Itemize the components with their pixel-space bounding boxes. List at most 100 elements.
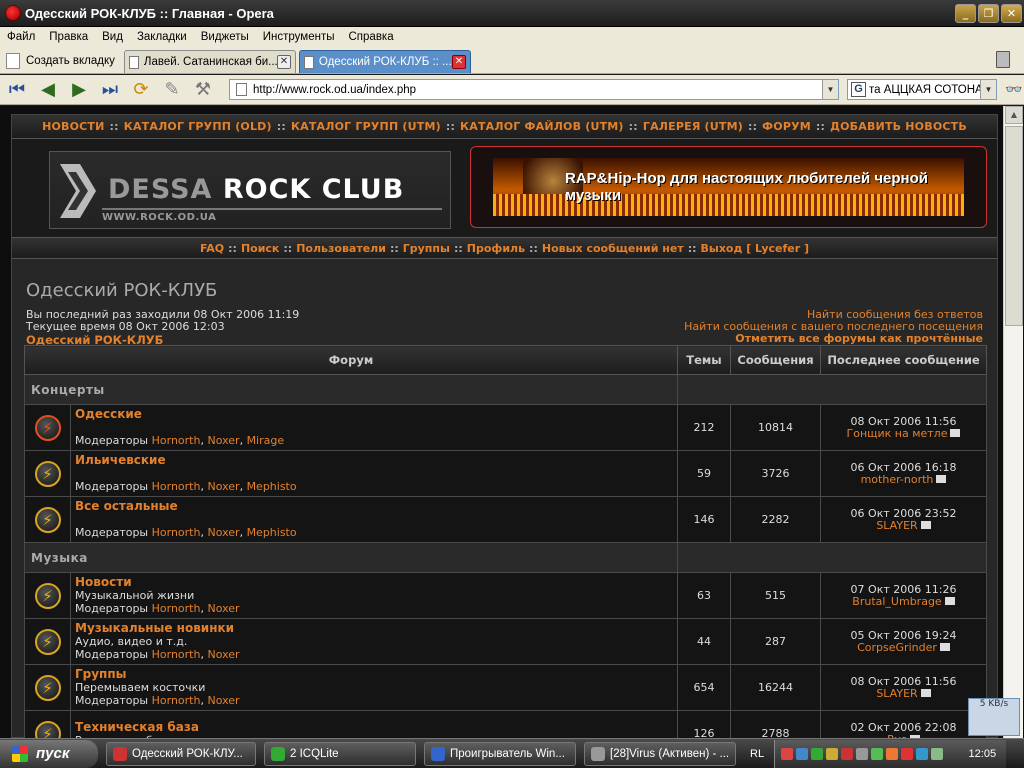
tray-app-icon[interactable] bbox=[916, 747, 929, 760]
moderator-link[interactable]: Hornorth bbox=[152, 480, 201, 493]
tab-rock-club[interactable]: Одесский РОК-КЛУБ :: ... ✕ bbox=[298, 50, 471, 73]
zoom-icon[interactable]: 👓 bbox=[1005, 82, 1022, 98]
site-logo[interactable]: DESSA ROCK CLUB WWW.ROCK.OD.UA bbox=[49, 151, 451, 229]
tray-app-icon[interactable] bbox=[901, 747, 914, 760]
forum-link[interactable]: Все остальные bbox=[75, 500, 673, 513]
goto-post-icon[interactable] bbox=[920, 520, 931, 529]
tray-app-icon[interactable] bbox=[781, 747, 794, 760]
tray-app-icon[interactable] bbox=[811, 747, 824, 760]
nav-faq[interactable]: FAQ bbox=[200, 242, 224, 255]
last-post-user[interactable]: Brutal_Umbrage bbox=[852, 595, 941, 608]
forum-link[interactable]: Одесские bbox=[75, 408, 673, 421]
goto-post-icon[interactable] bbox=[936, 474, 947, 483]
forward-icon[interactable]: ▶ bbox=[65, 78, 93, 102]
tray-app-icon[interactable] bbox=[931, 747, 944, 760]
tray-app-icon[interactable] bbox=[796, 747, 809, 760]
menu-help[interactable]: Справка bbox=[342, 31, 401, 43]
task-opera[interactable]: Одесский РОК-КЛУ... bbox=[106, 741, 256, 766]
tray-app-icon[interactable] bbox=[856, 747, 869, 760]
goto-post-icon[interactable] bbox=[950, 428, 961, 437]
nav-files-utm[interactable]: КАТАЛОГ ФАЙЛОВ (UTM) bbox=[460, 120, 624, 133]
tab-lavey[interactable]: Лавей. Сатанинская би... ✕ bbox=[123, 50, 296, 73]
fast-forward-icon[interactable]: ⏭ bbox=[96, 78, 124, 102]
moderator-link[interactable]: Noxer bbox=[207, 694, 239, 707]
new-tab-button[interactable]: Создать вкладку bbox=[0, 49, 121, 73]
last-post-user[interactable]: Гонщик на метле bbox=[847, 427, 948, 440]
moderator-link[interactable]: Hornorth bbox=[152, 434, 201, 447]
moderator-link[interactable]: Mephisto bbox=[247, 480, 297, 493]
forum-link[interactable]: Техническая база bbox=[75, 720, 673, 734]
nav-gallery-utm[interactable]: ГАЛЕРЕЯ (UTM) bbox=[643, 120, 743, 133]
tray-app-icon[interactable] bbox=[871, 747, 884, 760]
tab-close-icon[interactable]: ✕ bbox=[451, 55, 466, 69]
mark-read-link[interactable]: Отметить все форумы как прочтённые bbox=[684, 333, 983, 345]
tray-app-icon[interactable] bbox=[826, 747, 839, 760]
menu-view[interactable]: Вид bbox=[95, 31, 130, 43]
forum-link[interactable]: Музыкальные новинки bbox=[75, 622, 673, 635]
category-name[interactable]: Концерты bbox=[24, 374, 678, 405]
menu-tools[interactable]: Инструменты bbox=[256, 31, 342, 43]
scroll-up-icon[interactable]: ▲ bbox=[1005, 106, 1023, 124]
search-box[interactable]: G та АЦЦКАЯ СОТОНА ▼ bbox=[847, 79, 997, 100]
search-dropdown-icon[interactable]: ▼ bbox=[980, 80, 996, 99]
address-input[interactable]: http://www.rock.od.ua/index.php bbox=[253, 84, 822, 96]
reload-icon[interactable]: ⟳ bbox=[127, 78, 155, 102]
nav-add-news[interactable]: ДОБАВИТЬ НОВОСТЬ bbox=[830, 120, 967, 133]
task-media-player[interactable]: Проигрыватель Win... bbox=[424, 741, 576, 766]
moderator-link[interactable]: Noxer bbox=[207, 602, 239, 615]
address-dropdown-icon[interactable]: ▼ bbox=[822, 80, 838, 99]
moderator-link[interactable]: Hornorth bbox=[152, 602, 201, 615]
last-post-user[interactable]: mother-north bbox=[861, 473, 934, 486]
moderator-link[interactable]: Noxer bbox=[207, 480, 239, 493]
close-button[interactable]: ✕ bbox=[1001, 3, 1022, 23]
moderator-link[interactable]: Noxer bbox=[207, 648, 239, 661]
last-post-user[interactable]: SLAYER bbox=[876, 687, 917, 700]
moderator-link[interactable]: Noxer bbox=[207, 526, 239, 539]
task-virus-mail[interactable]: [28]Virus (Активен) - ... bbox=[584, 741, 736, 766]
tab-close-icon[interactable]: ✕ bbox=[276, 55, 291, 69]
restore-button[interactable]: ❐ bbox=[978, 3, 999, 23]
nav-forum[interactable]: ФОРУМ bbox=[762, 120, 811, 133]
moderator-link[interactable]: Noxer bbox=[207, 434, 239, 447]
moderator-link[interactable]: Hornorth bbox=[152, 694, 201, 707]
start-button[interactable]: пуск bbox=[0, 739, 98, 768]
menu-widgets[interactable]: Виджеты bbox=[194, 31, 256, 43]
goto-post-icon[interactable] bbox=[944, 596, 955, 605]
last-post-user[interactable]: SLAYER bbox=[876, 519, 917, 532]
trash-icon[interactable] bbox=[996, 51, 1010, 68]
wand-icon[interactable]: ⚒ bbox=[189, 78, 217, 102]
tray-app-icon[interactable] bbox=[841, 747, 854, 760]
forum-link[interactable]: Ильичевские bbox=[75, 454, 673, 467]
minimize-button[interactable]: _ bbox=[955, 3, 976, 23]
nav-groups[interactable]: Группы bbox=[403, 242, 450, 255]
moderator-link[interactable]: Hornorth bbox=[152, 648, 201, 661]
back-icon[interactable]: ◀ bbox=[34, 78, 62, 102]
edit-icon[interactable]: ✎ bbox=[158, 78, 186, 102]
nav-groups-old[interactable]: КАТАЛОГ ГРУПП (OLD) bbox=[124, 120, 272, 133]
nav-search[interactable]: Поиск bbox=[241, 242, 279, 255]
nav-news[interactable]: НОВОСТИ bbox=[42, 120, 104, 133]
nav-users[interactable]: Пользователи bbox=[296, 242, 386, 255]
menu-file[interactable]: Файл bbox=[0, 31, 42, 43]
nav-logout[interactable]: Выход [ Lycefer ] bbox=[701, 242, 810, 255]
forum-link[interactable]: Новости bbox=[75, 576, 673, 589]
menu-edit[interactable]: Правка bbox=[42, 31, 95, 43]
rewind-icon[interactable]: ⏮ bbox=[3, 78, 31, 102]
address-bar[interactable]: http://www.rock.od.ua/index.php ▼ bbox=[229, 79, 839, 100]
nav-groups-utm[interactable]: КАТАЛОГ ГРУПП (UTM) bbox=[291, 120, 441, 133]
search-input[interactable]: та АЦЦКАЯ СОТОНА bbox=[869, 84, 980, 96]
nav-new-messages[interactable]: Новых сообщений нет bbox=[542, 242, 684, 255]
category-name[interactable]: Музыка bbox=[24, 542, 678, 573]
scrollbar-thumb[interactable] bbox=[1005, 126, 1023, 326]
nav-profile[interactable]: Профиль bbox=[467, 242, 525, 255]
forum-link[interactable]: Группы bbox=[75, 668, 673, 681]
moderator-link[interactable]: Mephisto bbox=[247, 526, 297, 539]
menu-bookmarks[interactable]: Закладки bbox=[130, 31, 194, 43]
language-indicator[interactable]: RL bbox=[750, 748, 764, 760]
last-post-user[interactable]: CorpseGrinder bbox=[857, 641, 937, 654]
search-engine-icon[interactable]: G bbox=[851, 82, 866, 97]
vertical-scrollbar[interactable]: ▲ bbox=[1003, 106, 1023, 738]
moderator-link[interactable]: Hornorth bbox=[152, 526, 201, 539]
goto-post-icon[interactable] bbox=[939, 642, 950, 651]
tray-app-icon[interactable] bbox=[886, 747, 899, 760]
